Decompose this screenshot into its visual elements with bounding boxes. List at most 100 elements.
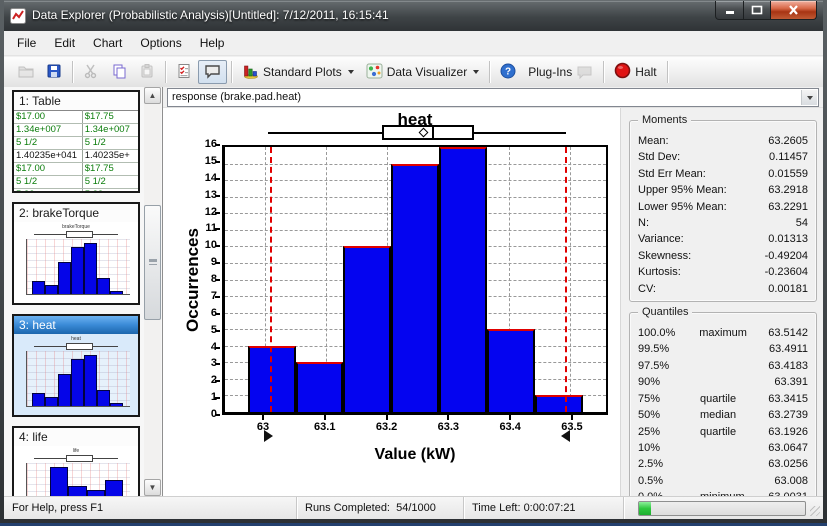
mini-boxplot <box>28 454 124 463</box>
thumbnail-braketorque[interactable]: 2: brakeTorquebrakeTorque <box>12 202 140 305</box>
menu-file[interactable]: File <box>8 31 45 55</box>
mini-boxplot <box>28 230 124 239</box>
mini-table-row: $17.00$17.75 <box>14 163 138 176</box>
range-marker-left[interactable] <box>264 430 273 442</box>
y-tick-mark <box>215 414 220 416</box>
quantile-percent: 90% <box>638 374 690 390</box>
statistics-panel: Moments Mean:63.2605Std Dev:0.11457Std E… <box>620 108 823 496</box>
close-button[interactable] <box>771 1 817 20</box>
cut-icon <box>83 63 99 82</box>
mini-plot-area <box>26 239 130 295</box>
mini-boxplot <box>28 342 124 351</box>
moment-label: Upper 95% Mean: <box>638 182 727 198</box>
x-tick-mark <box>571 415 573 420</box>
moment-value: 0.11457 <box>769 149 808 165</box>
mini-boxplot-box <box>66 455 93 462</box>
toolbar-separator <box>165 61 166 83</box>
mini-table-cell: 1.40235e+041 <box>14 150 82 163</box>
menu-help[interactable]: Help <box>191 31 234 55</box>
quantile-name <box>690 456 746 472</box>
help-button[interactable]: ? <box>494 60 522 84</box>
status-help-pane: For Help, press F1 <box>4 497 296 519</box>
scrollbar-thumb[interactable] <box>144 205 161 320</box>
quantile-value: 63.4911 <box>746 341 808 357</box>
mini-bar <box>71 359 84 406</box>
moments-row: Std Err Mean:0.01559 <box>636 166 810 182</box>
save-button[interactable] <box>40 60 68 84</box>
thumbnail-life[interactable]: 4: lifelife <box>12 426 140 496</box>
titlebar-highlight <box>4 1 823 2</box>
mini-bar <box>50 467 68 496</box>
x-axis-label: Value (kW) <box>222 446 608 464</box>
checklist-icon <box>176 63 192 82</box>
paste-icon <box>139 63 155 82</box>
y-tick-mark <box>215 262 220 264</box>
quantile-value: 63.0647 <box>746 440 808 456</box>
maximize-button[interactable] <box>744 1 771 20</box>
combo-dropdown-button[interactable] <box>801 90 817 105</box>
moments-row: Kurtosis:-0.23604 <box>636 264 810 280</box>
paste-button[interactable] <box>133 60 161 84</box>
menu-chart[interactable]: Chart <box>84 31 131 55</box>
mini-table-row: 5.235.23 <box>14 189 138 194</box>
titlebar[interactable]: Data Explorer (Probabilistic Analysis)[U… <box>4 0 823 31</box>
moment-value: 0.01313 <box>768 231 808 247</box>
quantile-value: 63.3415 <box>746 391 808 407</box>
x-tick-label: 63.5 <box>550 421 594 433</box>
plugins-button[interactable]: Plug-Ins <box>522 60 599 84</box>
scrollbar-up-arrow[interactable]: ▲ <box>144 87 161 104</box>
quantiles-row: 99.5%63.4911 <box>636 341 810 357</box>
thumbnail-heat[interactable]: 3: heatheat <box>12 314 140 417</box>
x-tick-mark <box>509 415 511 420</box>
data-visualizer-label: Data Visualizer <box>387 65 467 79</box>
data-visualizer-button[interactable]: Data Visualizer <box>360 60 485 84</box>
moments-row: Std Dev:0.11457 <box>636 149 810 165</box>
moment-value: 54 <box>796 215 808 231</box>
resize-grip[interactable] <box>810 506 820 516</box>
quantiles-row: 50%median63.2739 <box>636 407 810 423</box>
gridline-vertical <box>570 147 571 412</box>
mini-table: $17.00$17.751.34e+0071.34e+0075 1/25 1/2… <box>14 110 138 193</box>
mini-table-cell: 1.34e+007 <box>14 124 82 137</box>
cut-button[interactable] <box>77 60 105 84</box>
quantile-value: 63.2739 <box>746 407 808 423</box>
sidebar-scrollbar[interactable]: ▲ ▼ <box>144 87 161 496</box>
y-tick-mark <box>215 178 220 180</box>
mini-bar <box>68 486 86 496</box>
halt-icon <box>614 62 631 82</box>
moment-value: 0.00181 <box>768 281 808 297</box>
mini-bar <box>97 390 110 406</box>
thumbnail-body: brakeTorque <box>14 222 138 303</box>
copy-button[interactable] <box>105 60 133 84</box>
quantile-percent: 75% <box>638 391 690 407</box>
mini-bar <box>105 480 123 496</box>
time-left-label: Time Left: <box>472 502 521 514</box>
run-checklist-button[interactable] <box>170 60 198 84</box>
save-icon <box>46 63 62 82</box>
comment-toggle-button[interactable] <box>198 60 227 84</box>
response-selector[interactable]: response (brake.pad.heat) <box>167 88 819 107</box>
standard-plots-button[interactable]: Standard Plots <box>236 60 360 84</box>
y-tick-mark <box>215 330 220 332</box>
toolbar-separator <box>667 61 668 83</box>
thumbnail-body: life <box>14 446 138 496</box>
scrollbar-down-arrow[interactable]: ▼ <box>144 479 161 496</box>
range-marker-right[interactable] <box>561 430 570 442</box>
status-progress-pane <box>623 497 823 519</box>
window-title: Data Explorer (Probabilistic Analysis)[U… <box>32 8 389 22</box>
thumbnail-table[interactable]: 1: Table$17.00$17.751.34e+0071.34e+0075 … <box>12 90 140 193</box>
minimize-button[interactable] <box>715 1 744 20</box>
moment-label: Std Err Mean: <box>638 166 706 182</box>
menu-edit[interactable]: Edit <box>45 31 84 55</box>
open-button[interactable] <box>12 60 40 84</box>
menu-options[interactable]: Options <box>131 31 190 55</box>
moment-value: 63.2605 <box>768 133 808 149</box>
x-tick-mark <box>447 415 449 420</box>
moments-row: Upper 95% Mean:63.2918 <box>636 182 810 198</box>
reference-line <box>270 147 272 412</box>
mini-boxplot-box <box>66 343 93 350</box>
moment-label: Mean: <box>638 133 669 149</box>
halt-button[interactable]: Halt <box>608 60 662 84</box>
quantile-name: quartile <box>690 391 746 407</box>
mini-table-cell: $17.75 <box>82 163 138 176</box>
